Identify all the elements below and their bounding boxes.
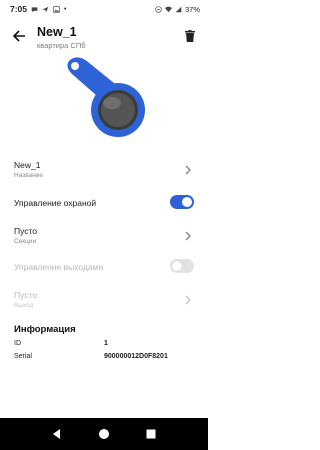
delete-icon[interactable]	[185, 30, 195, 42]
chevron-right-icon	[185, 165, 191, 175]
chevron-right-icon	[185, 231, 191, 241]
security-label: Управление охраной	[14, 198, 97, 208]
sections-caption: Секции	[14, 238, 37, 245]
outputs-toggle[interactable]	[170, 259, 194, 273]
send-icon	[42, 6, 49, 12]
info-heading: Информация	[14, 324, 76, 335]
security-toggle[interactable]	[170, 195, 194, 209]
exit-row[interactable]: Пусто Выход	[0, 288, 208, 318]
name-row[interactable]: New_1 Название	[0, 158, 208, 188]
page-title: New_1	[37, 25, 77, 39]
app-bar: New_1 квартира СПб	[0, 20, 208, 54]
sections-value: Пусто	[14, 226, 38, 236]
system-nav-bar	[0, 418, 208, 450]
back-arrow-icon[interactable]	[12, 29, 26, 43]
nav-back-icon[interactable]	[51, 428, 63, 440]
serial-value: 900000012D0F8201	[104, 353, 168, 360]
exit-caption: Выход	[14, 302, 34, 309]
nav-home-icon[interactable]	[98, 428, 110, 440]
battery-text: 37%	[184, 4, 200, 14]
security-row: Управление охраной	[0, 194, 208, 224]
serial-label: Serial	[14, 353, 32, 360]
dnd-icon	[155, 5, 162, 13]
chat-icon	[31, 6, 38, 12]
outputs-label: Управление выходами	[14, 262, 104, 272]
outputs-row: Управление выходами	[0, 258, 208, 288]
id-label: ID	[14, 340, 21, 347]
status-time: 7:05	[10, 4, 28, 14]
exit-value: Пусто	[14, 290, 38, 300]
wifi-icon	[164, 6, 172, 12]
chevron-right-icon	[185, 295, 191, 305]
sections-row[interactable]: Пусто Секции	[0, 224, 208, 254]
page-subtitle: квартира СПб	[37, 41, 86, 50]
signal-icon	[175, 6, 182, 12]
status-bar: 7:05 • 37%	[0, 0, 208, 18]
name-caption: Название	[14, 172, 44, 179]
id-value: 1	[104, 340, 108, 347]
more-dot-icon: •	[64, 5, 67, 13]
name-value: New_1	[14, 160, 41, 170]
key-fob-image	[67, 57, 145, 137]
image-icon	[53, 5, 60, 13]
nav-recents-icon[interactable]	[145, 428, 157, 440]
